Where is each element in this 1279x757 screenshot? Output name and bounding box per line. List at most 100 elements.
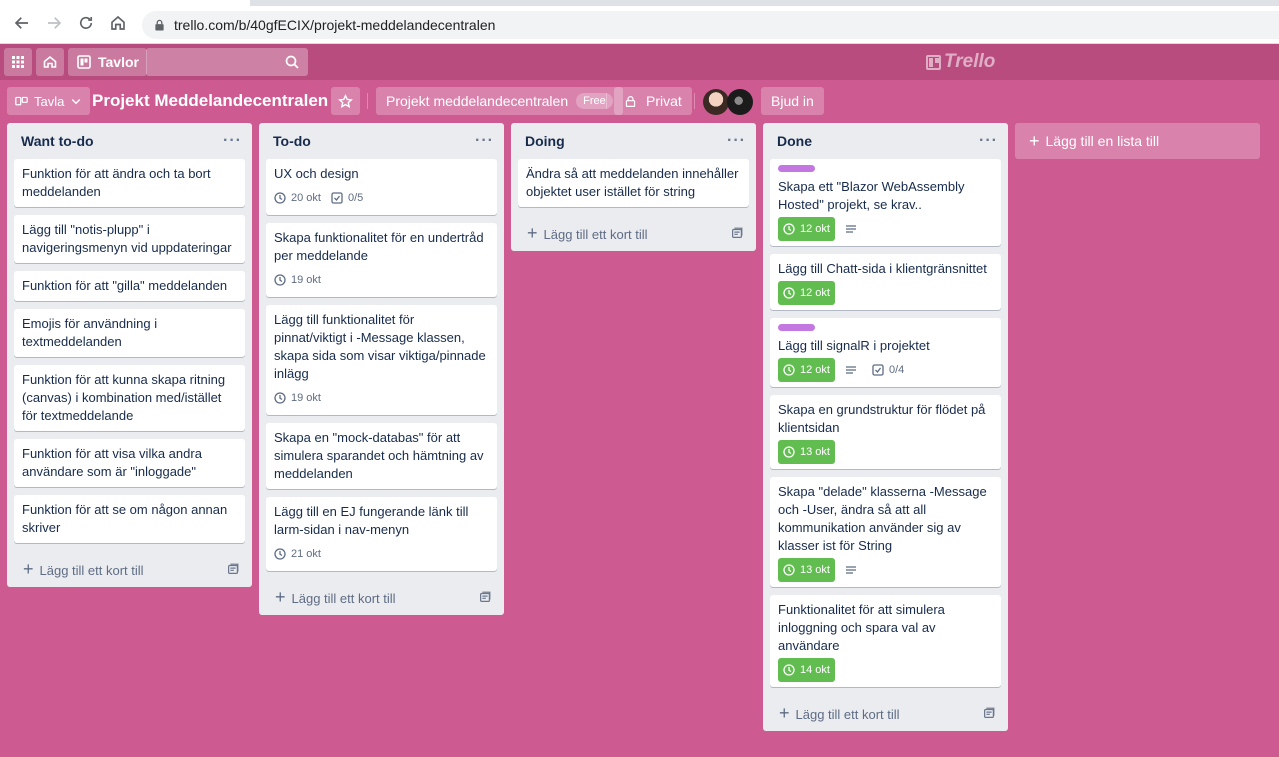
card[interactable]: Lägg till Chatt-sida i klientgränsnittet… (770, 254, 1001, 310)
due-date-badge[interactable]: 12 okt (778, 358, 835, 382)
tab-strip (0, 0, 1279, 6)
list-title[interactable]: Done (777, 133, 812, 149)
card[interactable]: Funktion för att ändra och ta bort medde… (14, 159, 245, 207)
card-badges: 12 okt 0/4 (778, 358, 993, 382)
card-title: Skapa funktionalitet för en undertråd pe… (274, 230, 484, 263)
card-template-icon[interactable] (730, 226, 744, 240)
card[interactable]: Skapa en grundstruktur för flödet på kli… (770, 395, 1001, 469)
card[interactable]: Funktion för att "gilla" meddelanden (14, 271, 245, 301)
due-date-badge[interactable]: 14 okt (778, 658, 835, 682)
card-template-icon[interactable] (226, 562, 240, 576)
due-date-badge[interactable]: 13 okt (778, 558, 835, 582)
list-menu-icon[interactable]: ··· (979, 132, 998, 150)
list-title[interactable]: Doing (525, 133, 565, 149)
clock-icon (274, 192, 286, 204)
trello-wordmark: Trello (944, 51, 996, 72)
list-menu-icon[interactable]: ··· (475, 132, 494, 150)
address-bar[interactable]: trello.com/b/40gfECIX/projekt-meddelande… (142, 11, 1279, 39)
home-icon[interactable] (108, 13, 128, 33)
back-icon[interactable] (12, 13, 32, 33)
card-title: Lägg till signalR i projektet (778, 338, 930, 353)
card-badges: 13 okt (778, 440, 993, 464)
card-label[interactable] (778, 324, 815, 331)
avatar[interactable] (727, 89, 753, 115)
card[interactable]: Lägg till en EJ fungerande länk till lar… (266, 497, 497, 571)
card-title: Skapa en "mock-databas" för att simulera… (274, 430, 484, 481)
add-card-button[interactable]: + Lägg till ett kort till (259, 579, 504, 615)
list-header[interactable]: To-do ··· (259, 123, 504, 159)
card[interactable]: Lägg till signalR i projektet 12 okt 0/4 (770, 318, 1001, 387)
add-list-button[interactable]: + Lägg till en lista till (1015, 123, 1260, 159)
due-date-badge[interactable]: 13 okt (778, 440, 835, 464)
add-card-button[interactable]: + Lägg till ett kort till (763, 695, 1008, 731)
card-title: Funktion för att kunna skapa ritning (ca… (22, 372, 226, 423)
list-title[interactable]: Want to-do (21, 133, 94, 149)
boards-button[interactable]: Tavlor (68, 48, 147, 76)
add-card-button[interactable]: + Lägg till ett kort till (7, 551, 252, 587)
list-header[interactable]: Want to-do ··· (7, 123, 252, 159)
card-badges: 21 okt (274, 543, 489, 565)
card-title: Skapa ett "Blazor WebAssembly Hosted" pr… (778, 179, 965, 212)
apps-button[interactable] (4, 48, 32, 76)
card[interactable]: Funktion för att se om någon annan skriv… (14, 495, 245, 543)
card[interactable]: Funktion för att visa vilka andra använd… (14, 439, 245, 487)
card-title: Funktion för att visa vilka andra använd… (22, 446, 202, 479)
card-badges: 19 okt (274, 387, 489, 409)
list-menu-icon[interactable]: ··· (727, 132, 746, 150)
list-menu-icon[interactable]: ··· (223, 132, 242, 150)
active-tab[interactable] (0, 0, 250, 6)
card[interactable]: Skapa ett "Blazor WebAssembly Hosted" pr… (770, 159, 1001, 246)
due-date-badge[interactable]: 12 okt (778, 281, 835, 305)
forward-icon[interactable] (44, 13, 64, 33)
clock-icon (783, 664, 795, 676)
privacy-button[interactable]: Privat (614, 87, 692, 115)
card[interactable]: Skapa funktionalitet för en undertråd pe… (266, 223, 497, 297)
trello-logo[interactable]: Trello (926, 51, 996, 72)
description-icon (845, 223, 862, 235)
card-container: Ändra så att meddelanden innehåller obje… (511, 159, 756, 207)
list: Done ··· Skapa ett "Blazor WebAssembly H… (763, 123, 1008, 731)
clock-icon (783, 364, 795, 376)
team-button[interactable]: Projekt meddelandecentralen Free (376, 87, 623, 115)
board-view-switcher[interactable]: Tavla (7, 87, 91, 115)
list-header[interactable]: Done ··· (763, 123, 1008, 159)
header-divider (694, 93, 695, 109)
card-badges: 14 okt (778, 658, 993, 682)
star-button[interactable] (331, 87, 360, 115)
invite-button[interactable]: Bjud in (761, 87, 824, 115)
due-date-badge[interactable]: 20 okt (274, 189, 321, 207)
board-title[interactable]: Projekt Meddelandecentralen (92, 91, 328, 111)
card[interactable]: Lägg till "notis-plupp" i navigeringsmen… (14, 215, 245, 263)
due-date-badge[interactable]: 21 okt (274, 545, 321, 563)
card[interactable]: Skapa "delade" klasserna -Message och -U… (770, 477, 1001, 587)
due-date-badge[interactable]: 19 okt (274, 271, 321, 289)
avatar[interactable] (703, 89, 729, 115)
due-date-badge[interactable]: 19 okt (274, 389, 321, 407)
list-header[interactable]: Doing ··· (511, 123, 756, 159)
card-title: Funktion för att ändra och ta bort medde… (22, 166, 211, 199)
card[interactable]: Skapa en "mock-databas" för att simulera… (266, 423, 497, 489)
card-template-icon[interactable] (982, 706, 996, 720)
card[interactable]: Ändra så att meddelanden innehåller obje… (518, 159, 749, 207)
search-input[interactable] (146, 48, 308, 76)
card-badges: 12 okt (778, 281, 993, 305)
reload-icon[interactable] (76, 13, 96, 33)
card[interactable]: Funktion för att kunna skapa ritning (ca… (14, 365, 245, 431)
checklist-icon (331, 192, 343, 204)
card-label[interactable] (778, 165, 815, 172)
card[interactable]: Funktionalitet för att simulera inloggni… (770, 595, 1001, 687)
home-button[interactable] (36, 48, 64, 76)
card-container: Skapa ett "Blazor WebAssembly Hosted" pr… (763, 159, 1008, 687)
card-template-icon[interactable] (478, 590, 492, 604)
url-text: trello.com/b/40gfECIX/projekt-meddelande… (174, 17, 496, 33)
card[interactable]: Lägg till funktionalitet för pinnat/vikt… (266, 305, 497, 415)
card-title: Ändra så att meddelanden innehåller obje… (526, 166, 739, 199)
list-title[interactable]: To-do (273, 133, 311, 149)
due-date-badge[interactable]: 12 okt (778, 217, 835, 241)
card-title: Lägg till Chatt-sida i klientgränsnittet (778, 261, 987, 276)
card-container: UX och design 20 okt 0/5 Skapa funktiona… (259, 159, 504, 571)
card[interactable]: Emojis för användning i textmeddelanden (14, 309, 245, 357)
add-card-button[interactable]: + Lägg till ett kort till (511, 215, 756, 251)
card[interactable]: UX och design 20 okt 0/5 (266, 159, 497, 215)
checklist-icon (872, 364, 884, 376)
